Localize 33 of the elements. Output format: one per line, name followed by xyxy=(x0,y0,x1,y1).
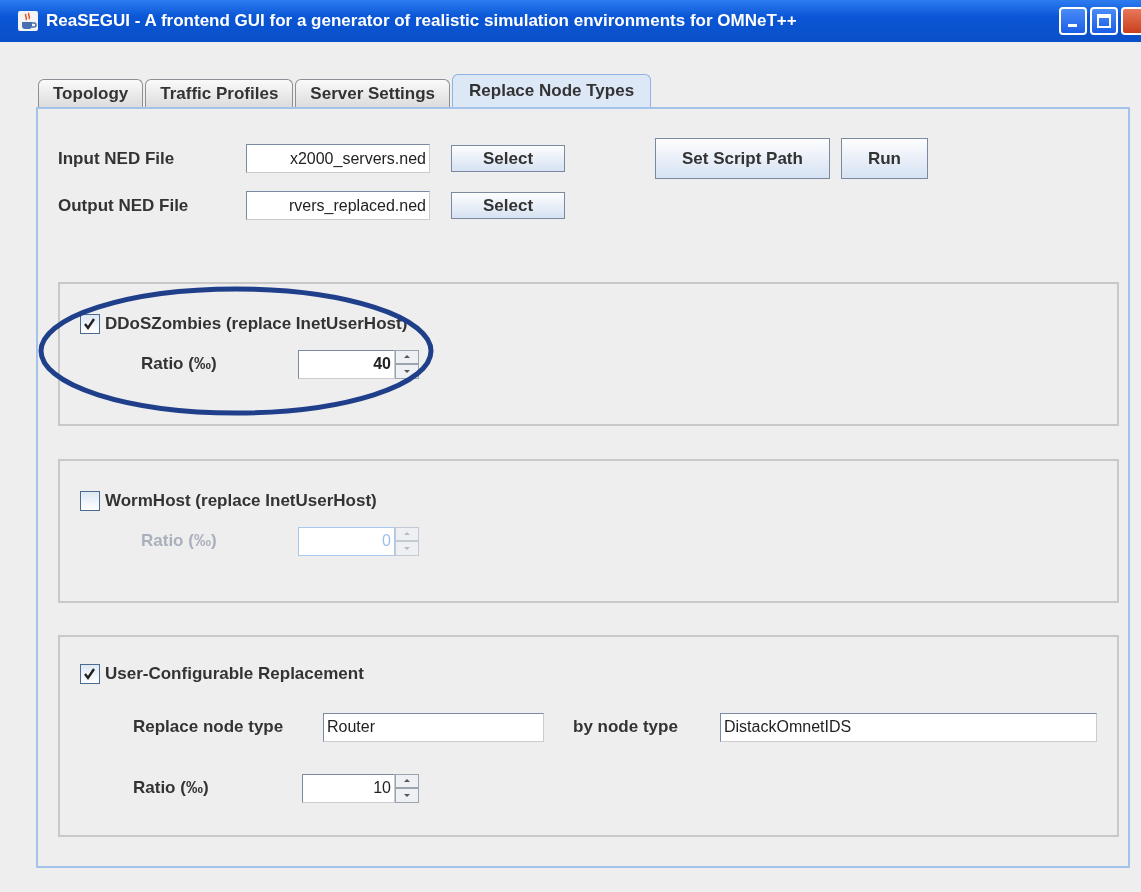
minimize-button[interactable] xyxy=(1059,7,1087,35)
ratio-label: Ratio (‰) xyxy=(141,530,218,553)
checkbox-label: WormHost (replace InetUserHost) xyxy=(105,490,377,512)
field-label: by node type xyxy=(573,716,679,739)
field-label: Replace node type xyxy=(133,716,285,739)
checkbox-label: DDoSZombies (replace InetUserHost) xyxy=(105,313,408,335)
check-icon xyxy=(83,316,97,331)
ratio-field[interactable]: 10 xyxy=(302,773,395,803)
checkbox-label: User-Configurable Replacement xyxy=(105,663,364,685)
script-path-button[interactable]: Set Script Path xyxy=(655,138,830,179)
tab[interactable]: Replace Node Types xyxy=(452,74,652,107)
tab[interactable]: Server Settings xyxy=(295,79,451,107)
file-path-field[interactable]: rvers_replaced.ned xyxy=(246,191,430,220)
file-path-field[interactable]: x2000_servers.ned xyxy=(246,144,430,173)
maximize-button[interactable] xyxy=(1090,7,1118,35)
field-label: Output NED File xyxy=(58,194,190,217)
select-button[interactable]: Select xyxy=(451,145,565,172)
run-button[interactable]: Run xyxy=(840,138,928,179)
window-title: ReaSEGUI - A frontend GUI for a generator of realistic simulation environments for OMNeT++ xyxy=(46,10,797,33)
select-button[interactable]: Select xyxy=(451,192,565,219)
field-label: Input NED File xyxy=(58,147,176,170)
close-button[interactable] xyxy=(1121,7,1141,35)
tab[interactable]: Traffic Profiles xyxy=(145,79,294,107)
tab[interactable]: Topology xyxy=(38,79,144,107)
checkbox[interactable] xyxy=(80,313,100,334)
ratio-label: Ratio (‰) xyxy=(133,777,210,800)
check-icon xyxy=(83,666,97,681)
checkbox[interactable] xyxy=(80,663,100,684)
ratio-field[interactable]: 40 xyxy=(298,349,395,379)
node-type-field[interactable]: Router xyxy=(323,712,544,742)
ratio-label: Ratio (‰) xyxy=(141,353,218,376)
node-type-field[interactable]: DistackOmnetIDS xyxy=(720,712,1097,742)
coffee-cup-icon xyxy=(18,11,38,31)
